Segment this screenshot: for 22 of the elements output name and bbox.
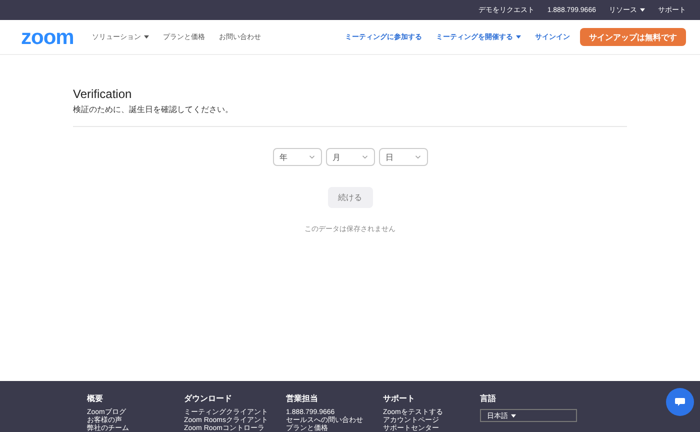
footer-heading: ダウンロード [184,393,233,404]
select-placeholder: 日 [386,152,394,162]
chevron-icon [414,155,420,159]
footer-heading: 概要 [87,393,104,404]
select-field[interactable]: 日 [378,148,428,166]
chat-bubble-icon [674,396,686,408]
footer-heading: サポート [383,393,416,404]
chevron-icon [308,155,314,159]
caret-icon [144,35,149,39]
select-placeholder: 年 [280,152,288,162]
select-field[interactable]: 月 [326,148,374,166]
footer-heading: 営業担当 [286,393,319,404]
chat-button[interactable] [666,388,694,416]
caret-icon [511,414,516,418]
page-title: Verification [73,87,132,101]
caret-icon [640,8,645,12]
chevron-icon [362,155,368,159]
select-field[interactable]: 年 [272,148,322,166]
select-placeholder: 月 [332,152,340,162]
footer-heading: 言語 [480,393,497,404]
subtitle: 検証のために、誕生日を確認してください。 [73,104,233,115]
caret-icon [516,35,521,39]
